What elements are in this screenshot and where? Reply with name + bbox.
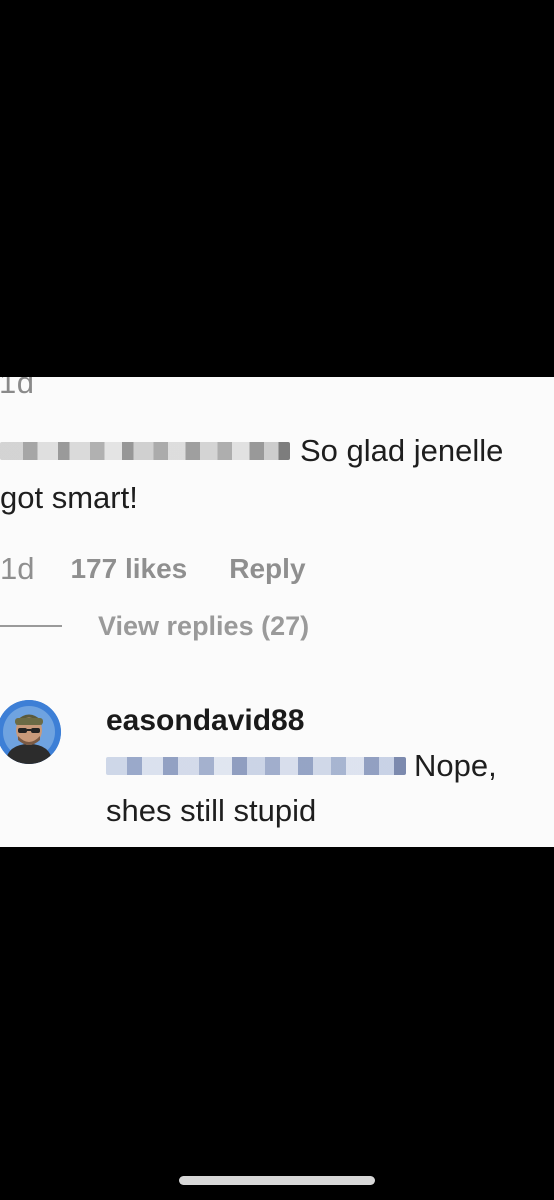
reply-username[interactable]: easondavid88 — [106, 701, 546, 741]
likes-count[interactable]: 177 likes — [70, 553, 187, 585]
comment: So glad jenelle got smart! — [0, 427, 545, 521]
comments-card: 1d So glad jenelle got smart! 1d 177 lik… — [0, 377, 554, 847]
user-avatar-icon[interactable] — [0, 700, 61, 764]
home-indicator[interactable] — [179, 1176, 375, 1185]
comment-meta: 1d 177 likes Reply — [0, 547, 306, 591]
previous-comment-timestamp: 1d — [0, 377, 35, 400]
reply-body: Nope, shes still stupid — [106, 743, 546, 833]
reply-button[interactable]: Reply — [229, 553, 305, 585]
blurred-mention[interactable] — [106, 756, 406, 775]
view-replies-label: View replies (27) — [98, 610, 310, 641]
view-replies-button[interactable]: View replies (27) — [0, 606, 309, 646]
blurred-username[interactable] — [0, 441, 290, 460]
replies-divider-line — [0, 625, 62, 627]
reply: easondavid88 Nope, shes still stupid — [106, 701, 546, 833]
screen: 1d So glad jenelle got smart! 1d 177 lik… — [0, 0, 554, 1200]
comment-timestamp: 1d — [0, 551, 35, 586]
